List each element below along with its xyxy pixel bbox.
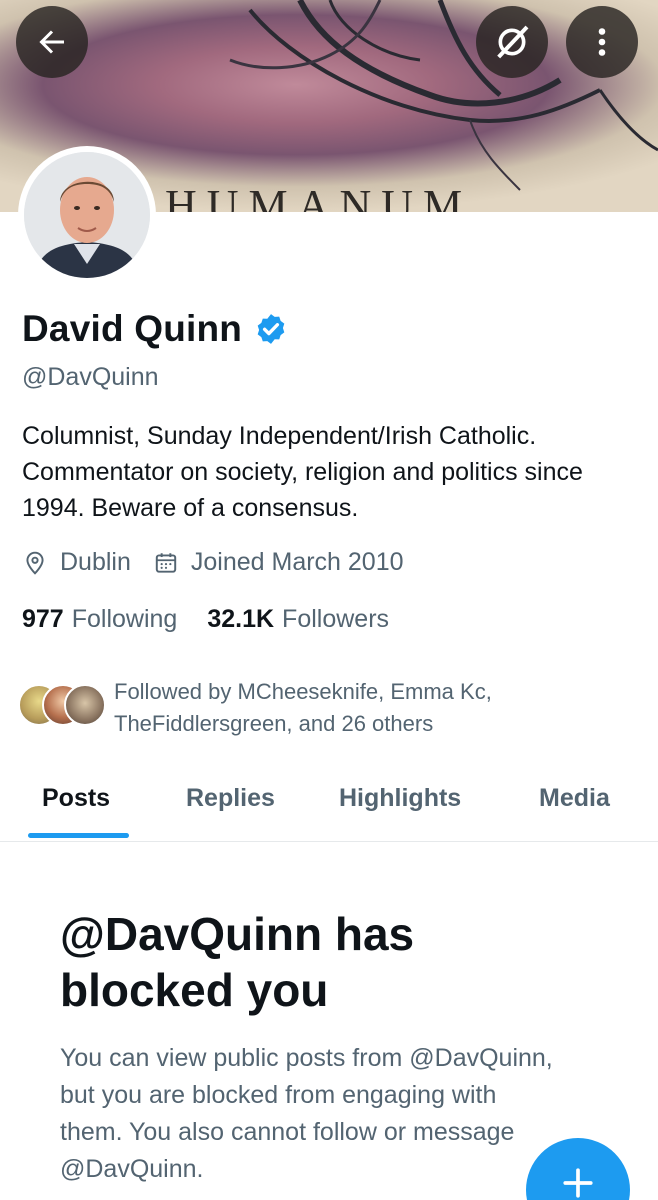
follower-avatar [64, 684, 106, 726]
blocked-title: @DavQuinn has blocked you [60, 908, 415, 1016]
grok-button[interactable] [476, 6, 548, 78]
tab-posts[interactable]: Posts [42, 784, 110, 813]
avatar-photo [24, 152, 150, 278]
plus-icon [563, 1168, 593, 1198]
followers-link[interactable]: 32.1K Followers [207, 605, 389, 634]
tab-replies[interactable]: Replies [186, 784, 275, 813]
profile-meta: Dublin Joined March 2010 [22, 548, 404, 577]
followers-label: Followers [282, 605, 390, 633]
following-count: 977 [22, 605, 64, 633]
profile-joined-date: Joined March 2010 [190, 548, 404, 576]
followed-by-row[interactable]: Followed by MCheeseknife, Emma Kc, TheFi… [18, 676, 554, 740]
location-pin-icon [26, 551, 44, 575]
profile-stats: 977 Following 32.1K Followers [22, 605, 389, 634]
tab-media[interactable]: Media [539, 784, 610, 813]
calendar-icon [155, 552, 177, 573]
profile-name: David Quinn [22, 308, 243, 349]
profile-tabs: Posts Replies Highlights Media [0, 770, 658, 842]
blocked-message: You can view public posts from @DavQuinn… [60, 1044, 553, 1183]
arrow-left-icon [39, 30, 64, 54]
active-tab-indicator [28, 833, 129, 838]
profile-bio: Columnist, Sunday Independent/Irish Cath… [22, 422, 583, 522]
grok-icon [497, 25, 529, 59]
tab-highlights[interactable]: Highlights [339, 784, 461, 813]
more-options-button[interactable] [566, 6, 638, 78]
banner-text: HUMANUM [165, 181, 473, 212]
more-vertical-icon [598, 28, 606, 56]
verified-badge-icon[interactable] [254, 312, 288, 346]
profile-avatar[interactable] [18, 146, 156, 284]
profile-name-row: David Quinn [22, 308, 288, 350]
followers-count: 32.1K [207, 605, 275, 633]
back-button[interactable] [16, 6, 88, 78]
following-label: Following [71, 605, 178, 633]
followed-by-avatars [18, 684, 108, 730]
following-link[interactable]: 977 Following [22, 605, 177, 634]
profile-handle: @DavQuinn [22, 363, 159, 391]
profile-location: Dublin [60, 548, 131, 576]
followed-by-text: Followed by MCheeseknife, Emma Kc, TheFi… [114, 679, 492, 736]
